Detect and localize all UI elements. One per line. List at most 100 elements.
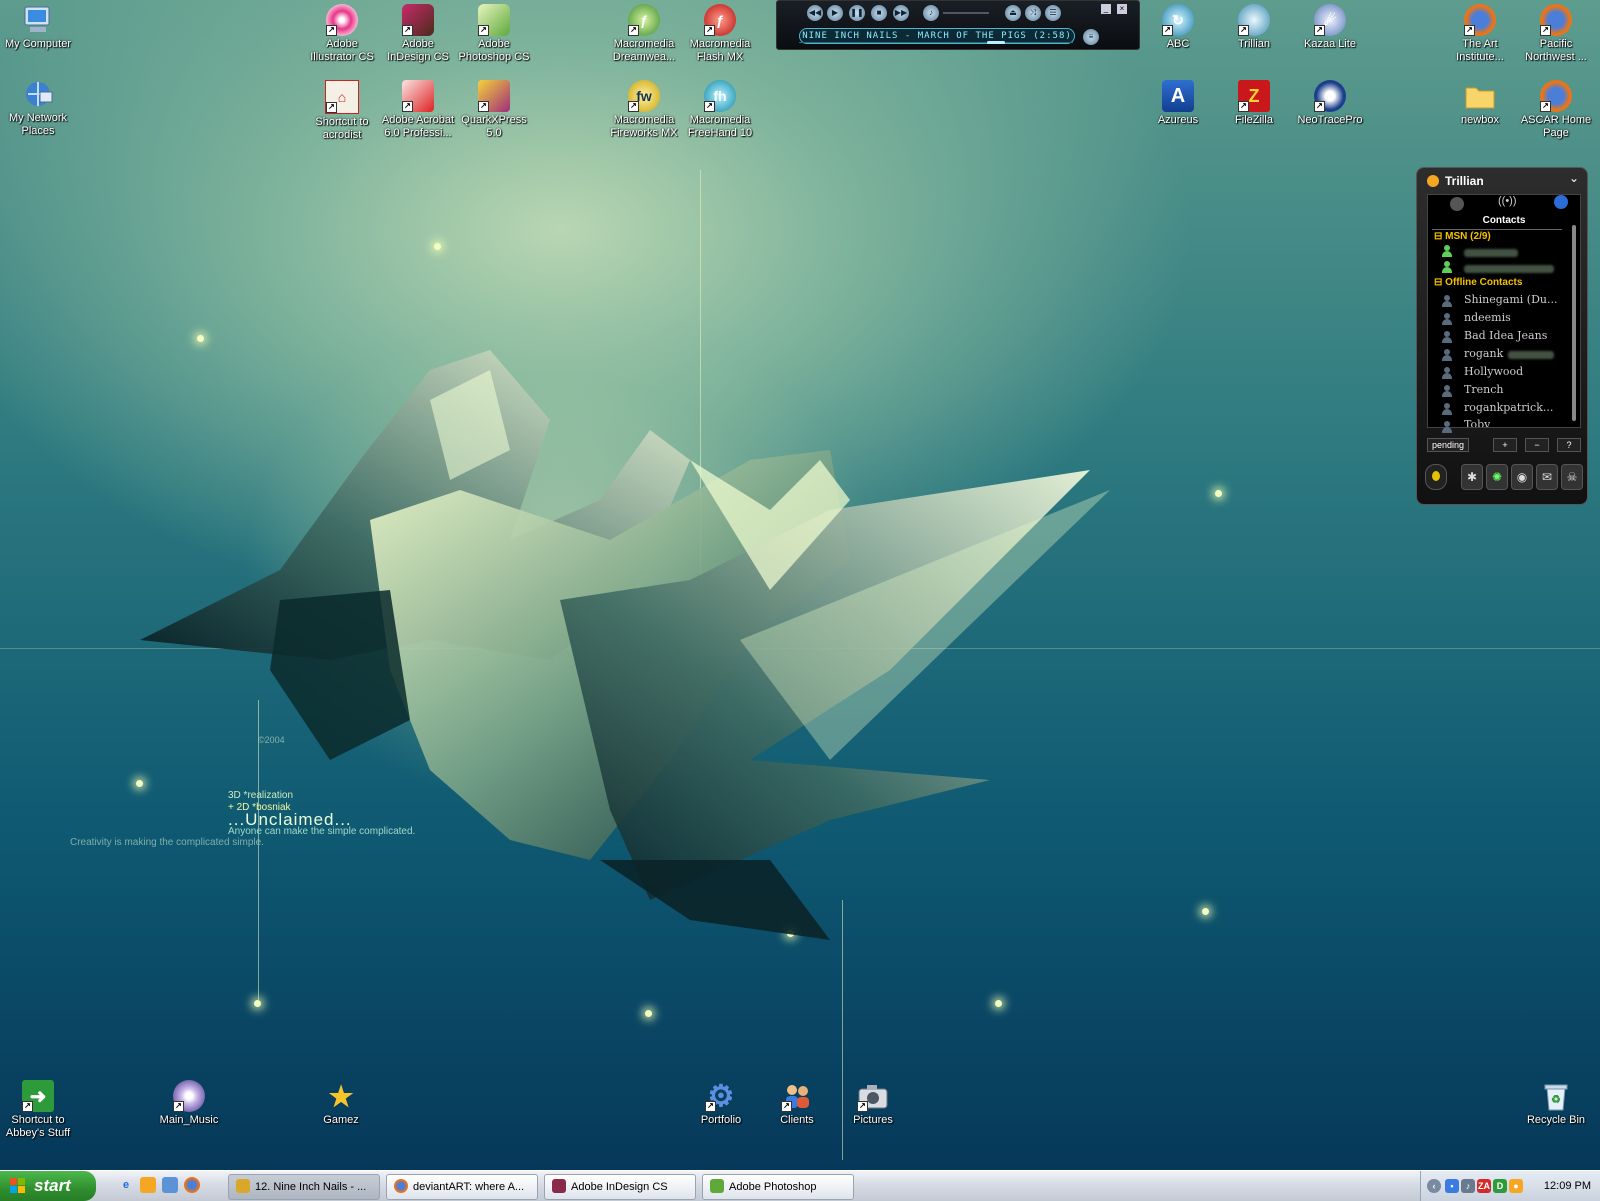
contact-scrollbar[interactable] [1572,225,1576,421]
desktop-icon-my-computer[interactable]: My Computer [0,4,76,51]
icon-label: FileZilla [1235,114,1273,126]
desktop-icon-art-institute[interactable]: ↗ The Art Institute... [1442,4,1518,64]
volume-icon[interactable]: ♪ [923,5,939,21]
eject-button[interactable]: ⏏ [1005,5,1021,21]
contact-item[interactable]: Trench [1464,383,1503,396]
daemon-tools-tray-icon[interactable]: D [1493,1179,1507,1193]
next-button[interactable]: ▶▶ [893,5,909,21]
quicklaunch-ie-icon[interactable]: e [118,1177,134,1193]
desktop-icon-pictures[interactable]: ↗ Pictures [835,1080,911,1127]
desktop-icon-neotrace[interactable]: ↗ NeoTracePro [1292,80,1368,127]
shortcut-arrow-icon: ↗ [628,101,639,112]
desktop-icon-recycle-bin[interactable]: ♻ Recycle Bin [1518,1080,1594,1127]
running-man-icon[interactable]: ✱ [1461,464,1483,490]
contact-item[interactable]: Bad Idea Jeans [1464,329,1547,342]
away-status-icon[interactable] [1450,197,1464,211]
start-button[interactable]: start [0,1171,96,1201]
quicklaunch-firefox-icon[interactable] [184,1177,200,1193]
offline-group[interactable]: ⊟ Offline Contacts [1434,277,1522,288]
skull-icon[interactable]: ☠ [1561,464,1583,490]
zonealarm-tray-icon[interactable]: ZA [1477,1179,1491,1193]
globe-icon[interactable]: ◉ [1511,464,1533,490]
icon-label: My Network Places [8,112,68,137]
desktop-icon-abbeys-stuff[interactable]: ➜ ↗ Shortcut to Abbey's Stuff [0,1080,76,1140]
taskbar-button-photoshop[interactable]: Adobe Photoshop [702,1174,854,1200]
desktop-icon-photoshop[interactable]: ↗ Adobe Photoshop CS [456,4,532,64]
wallpaper-version-mark: ©2004 [258,735,285,745]
desktop-icon-fireworks[interactable]: fw ↗ Macromedia Fireworks MX [606,80,682,140]
icon-label: The Art Institute... [1456,38,1504,63]
pause-button[interactable]: ❚❚ [849,5,865,21]
desktop-icon-portfolio[interactable]: ⚙ ↗ Portfolio [683,1080,759,1127]
contact-item[interactable]: Toby [1464,418,1490,427]
status-light-icon[interactable] [1425,464,1447,490]
desktop-icon-newbox[interactable]: newbox [1442,80,1518,127]
help-button[interactable]: ? [1557,438,1581,452]
contact-item[interactable]: ndeemis [1464,311,1511,324]
quicklaunch-desktop-icon[interactable] [162,1177,178,1193]
quicklaunch-trillian-icon[interactable] [140,1177,156,1193]
clock[interactable]: 12:09 PM [1544,1171,1591,1201]
blurred-contact-name[interactable] [1464,265,1554,273]
desktop-icon-quarkxpress[interactable]: ↗ QuarkXPress 5.0 [456,80,532,140]
collapse-icon[interactable]: ⌄ [1569,171,1579,185]
msn-group[interactable]: ⊟ MSN (2/9) [1434,231,1491,242]
minimize-button[interactable]: _ [1101,4,1111,14]
contact-item[interactable]: Hollywood [1464,365,1523,378]
desktop: ©2004 3D *realization + 2D *bosniak ...U… [0,0,1600,1170]
icon-label: Macromedia Dreamwea... [612,38,676,63]
desktop-icon-abc[interactable]: ↻ ↗ ABC [1140,4,1216,51]
desktop-icon-dreamweaver[interactable]: ƒ ↗ Macromedia Dreamwea... [606,4,682,64]
desktop-icon-main-music[interactable]: ↗ Main_Music [151,1080,227,1127]
volume-slider[interactable] [943,12,989,14]
contact-item[interactable]: Shinegami (Du... [1464,293,1557,306]
computer-icon [22,4,54,36]
desktop-icon-acrodist[interactable]: ⌂ ↗ Shortcut to acrodist [304,80,380,142]
desktop-icon-trillian[interactable]: ↗ Trillian [1216,4,1292,51]
remove-contact-button[interactable]: − [1525,438,1549,452]
previous-button[interactable]: ◀◀ [807,5,823,21]
desktop-icon-azureus[interactable]: A Azureus [1140,80,1216,127]
desktop-icon-clients[interactable]: ↗ Clients [759,1080,835,1127]
taskbar-button-indesign[interactable]: Adobe InDesign CS [544,1174,696,1200]
show-hidden-icons-icon[interactable]: ‹ [1427,1179,1441,1193]
shortcut-green-arrow-icon: ➜ ↗ [22,1080,54,1112]
desktop-icon-ascar[interactable]: ↗ ASCAR Home Page [1518,80,1594,140]
desktop-icon-freehand[interactable]: fh ↗ Macromedia FreeHand 10 [682,80,758,140]
pending-button[interactable]: pending [1427,438,1469,452]
desktop-icon-acrobat[interactable]: ↗ Adobe Acrobat 6.0 Professi... [380,80,456,140]
stop-button[interactable]: ■ [871,5,887,21]
menu-button[interactable]: ≡ [1083,29,1099,45]
play-button[interactable]: ▶ [827,5,843,21]
seek-handle[interactable] [987,41,1006,44]
messenger-tray-icon[interactable]: ● [1509,1179,1523,1193]
starburst-icon[interactable]: ✺ [1486,464,1508,490]
shortcut-arrow-icon: ↗ [1162,25,1173,36]
add-contact-button[interactable]: + [1493,438,1517,452]
desktop-icon-network-places[interactable]: My Network Places [0,78,76,138]
shortcut-arrow-icon: ↗ [1314,101,1325,112]
close-button[interactable]: × [1117,4,1127,14]
taskbar-button-deviantart[interactable]: deviantART: where A... [386,1174,538,1200]
desktop-icon-illustrator[interactable]: ↗ Adobe Illustrator CS [304,4,380,64]
shortcut-arrow-icon: ↗ [1238,25,1249,36]
desktop-icon-filezilla[interactable]: Z ↗ FileZilla [1216,80,1292,127]
contact-item[interactable]: rogankpatrick... [1464,401,1553,414]
taskbar-button-music[interactable]: 12. Nine Inch Nails - ... [228,1174,380,1200]
desktop-icon-flash[interactable]: ƒ ↗ Macromedia Flash MX [682,4,758,64]
tagline-line1: 3D *realization [228,790,294,801]
playlist-button[interactable]: ☰ [1045,5,1061,21]
network-tray-icon[interactable]: • [1445,1179,1459,1193]
desktop-icon-gamez[interactable]: ★ Gamez [303,1080,379,1127]
desktop-icon-indesign[interactable]: ↗ Adobe InDesign CS [380,4,456,64]
desktop-icon-kazaa[interactable]: ☄ ↗ Kazaa Lite [1292,4,1368,51]
mail-icon[interactable]: ✉ [1536,464,1558,490]
blurred-contact-name[interactable] [1464,249,1518,257]
shortcut-arrow-icon: ↗ [326,25,337,36]
desktop-icon-pacific-northwest[interactable]: ↗ Pacific Northwest ... [1518,4,1594,64]
shuffle-button[interactable]: ⤨ [1025,5,1041,21]
volume-tray-icon[interactable]: ♪ [1461,1179,1475,1193]
contact-item[interactable]: rogank [1464,347,1503,360]
seek-bar[interactable] [799,41,1073,44]
connection-globe-icon[interactable] [1554,195,1568,209]
